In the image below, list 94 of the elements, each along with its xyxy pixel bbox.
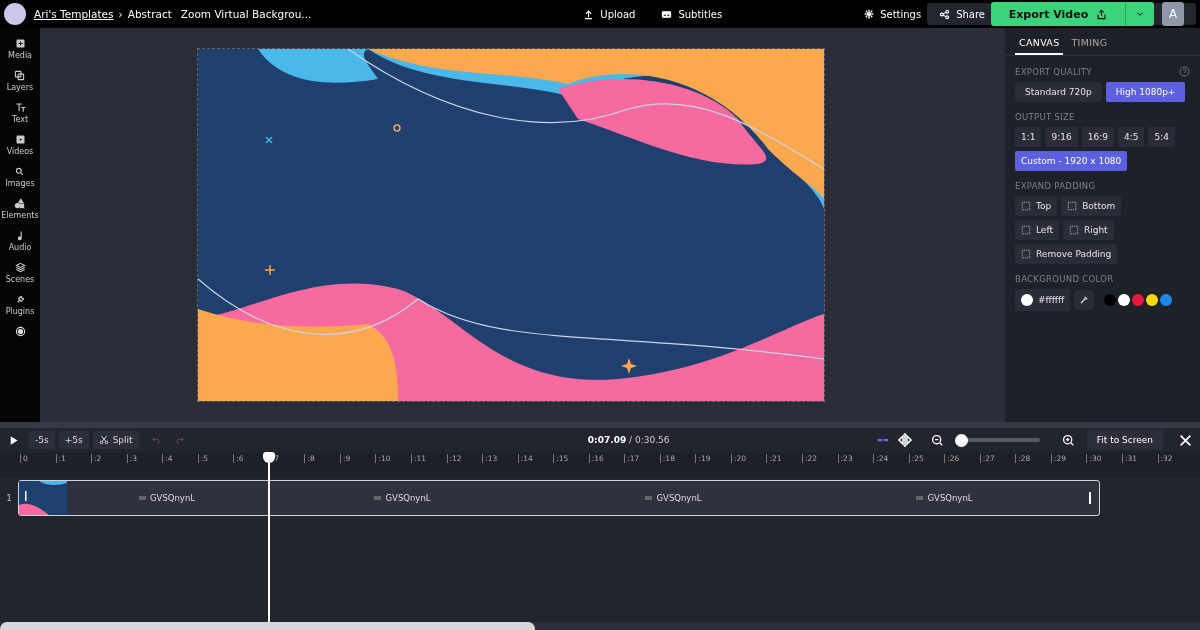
- fit-to-screen-button[interactable]: Fit to Screen: [1086, 430, 1163, 450]
- sidebar-item[interactable]: Images: [5, 179, 35, 188]
- search-icon: [14, 166, 26, 177]
- zoom-out-icon: [930, 433, 944, 447]
- upload-icon: [583, 8, 595, 20]
- redo-icon: [174, 435, 185, 445]
- sidebar-item[interactable]: Text: [11, 115, 29, 124]
- gear-icon: [864, 9, 875, 19]
- breadcrumb-link[interactable]: Ari's Templates: [34, 8, 114, 20]
- padding-option[interactable]: Bottom: [1061, 196, 1122, 216]
- section-heading: EXPORT QUALITY: [1015, 66, 1092, 77]
- breadcrumb-separator: ›: [118, 8, 123, 20]
- share-icon: [939, 8, 951, 20]
- clip-icon: [139, 496, 146, 500]
- color-swatch[interactable]: [1118, 294, 1131, 306]
- size-option[interactable]: 4:5: [1117, 127, 1145, 147]
- shapes-icon: [14, 198, 26, 209]
- avatar[interactable]: [4, 3, 26, 25]
- dashed-square-icon: [1067, 201, 1078, 211]
- track-number: 1: [5, 493, 13, 503]
- clip-label: GVSQnynL: [385, 493, 431, 503]
- video-icon: [14, 134, 26, 145]
- size-option[interactable]: 1:1: [1015, 127, 1042, 147]
- layers-icon: [14, 70, 26, 81]
- stack-icon: [14, 262, 26, 273]
- panel-tab[interactable]: TIMING: [1067, 28, 1112, 55]
- eyedropper-icon: [1079, 295, 1090, 305]
- undo-icon: [150, 435, 161, 445]
- skip-button[interactable]: -5s: [29, 431, 55, 449]
- play-icon: [8, 434, 19, 446]
- sidebar-item[interactable]: Elements: [1, 211, 39, 220]
- clip-label: GVSQnynL: [656, 493, 702, 503]
- clip-label: GVSQnynL: [927, 493, 973, 503]
- time-display: 0:07.09 / 0:30.56: [586, 435, 670, 445]
- color-swatch[interactable]: [1160, 294, 1173, 306]
- zoom-in-icon: [1061, 433, 1075, 447]
- snap-button[interactable]: [896, 432, 913, 448]
- close-button[interactable]: [1179, 433, 1192, 447]
- dashed-square-icon: [1021, 201, 1031, 211]
- eyedropper-button[interactable]: [1074, 290, 1095, 310]
- text-icon: [14, 102, 26, 113]
- sidebar-item[interactable]: Plugins: [5, 307, 35, 316]
- subtitles-button[interactable]: Subtitles: [661, 8, 723, 20]
- help-icon: [1179, 66, 1190, 77]
- sidebar-item[interactable]: Audio: [8, 243, 32, 252]
- quality-option[interactable]: High 1080p+: [1105, 82, 1186, 102]
- sidebar-item[interactable]: Layers: [6, 83, 34, 92]
- padding-option[interactable]: Remove Padding: [1015, 244, 1118, 264]
- breadcrumb-item[interactable]: Abstract: [127, 8, 172, 20]
- section-heading: EXPAND PADDING: [1015, 181, 1096, 191]
- plus-square-icon: [14, 38, 26, 49]
- sidebar-item[interactable]: Videos: [6, 147, 34, 156]
- zoom-out-button[interactable]: [930, 433, 944, 447]
- clip-icon: [374, 496, 382, 500]
- color-swatch[interactable]: [1104, 294, 1117, 306]
- video-clip[interactable]: GVSQnynL GVSQnynL GVSQnynL GVSQnynL: [18, 480, 1100, 516]
- padding-option[interactable]: Top: [1015, 196, 1058, 216]
- upload-button[interactable]: Upload: [583, 8, 636, 20]
- split-button[interactable]: Split: [92, 431, 139, 449]
- trim-handle[interactable]: [1089, 492, 1091, 504]
- settings-button[interactable]: Settings: [864, 8, 922, 20]
- record-icon: [14, 326, 26, 337]
- close-icon: [1179, 433, 1192, 447]
- dashed-square-icon: [1021, 249, 1031, 259]
- skip-button[interactable]: +5s: [58, 431, 89, 449]
- dashed-square-icon: [1021, 225, 1031, 235]
- size-option[interactable]: 9:16: [1045, 127, 1078, 147]
- color-field[interactable]: #ffffff: [1015, 289, 1071, 311]
- size-option[interactable]: 16:9: [1081, 127, 1114, 147]
- section-heading: BACKGROUND COLOR: [1015, 274, 1114, 284]
- zoom-in-button[interactable]: [1061, 433, 1075, 447]
- sidebar-item[interactable]: Scenes: [5, 275, 35, 284]
- padding-option[interactable]: Right: [1062, 220, 1114, 240]
- split-arrows-icon: [896, 432, 913, 448]
- padding-option[interactable]: Left: [1015, 220, 1059, 240]
- section-heading: OUTPUT SIZE: [1015, 112, 1075, 122]
- color-swatch[interactable]: [1146, 294, 1159, 306]
- dashed-square-icon: [1068, 225, 1079, 235]
- share-box-icon: [1096, 8, 1108, 20]
- quality-option[interactable]: Standard 720p: [1015, 82, 1102, 102]
- sidebar-item[interactable]: Media: [8, 51, 32, 60]
- size-option[interactable]: Custom - 1920 x 1080: [1015, 151, 1128, 171]
- color-swatch[interactable]: [1132, 294, 1145, 306]
- share-button[interactable]: Share Export Video A: [927, 3, 1196, 25]
- project-title[interactable]: Zoom Virtual Backgrou...: [180, 8, 312, 20]
- panel-tab[interactable]: CANVAS: [1015, 28, 1064, 55]
- clip-label: GVSQnynL: [150, 493, 195, 503]
- export-video-button[interactable]: Export Video: [991, 2, 1125, 26]
- size-option[interactable]: 5:4: [1148, 127, 1175, 147]
- clip-icon: [916, 496, 924, 500]
- scissors-icon: [98, 435, 109, 445]
- clip-icon: [645, 496, 653, 500]
- playhead-handle[interactable]: [262, 452, 275, 463]
- subtitles-icon: [661, 8, 673, 20]
